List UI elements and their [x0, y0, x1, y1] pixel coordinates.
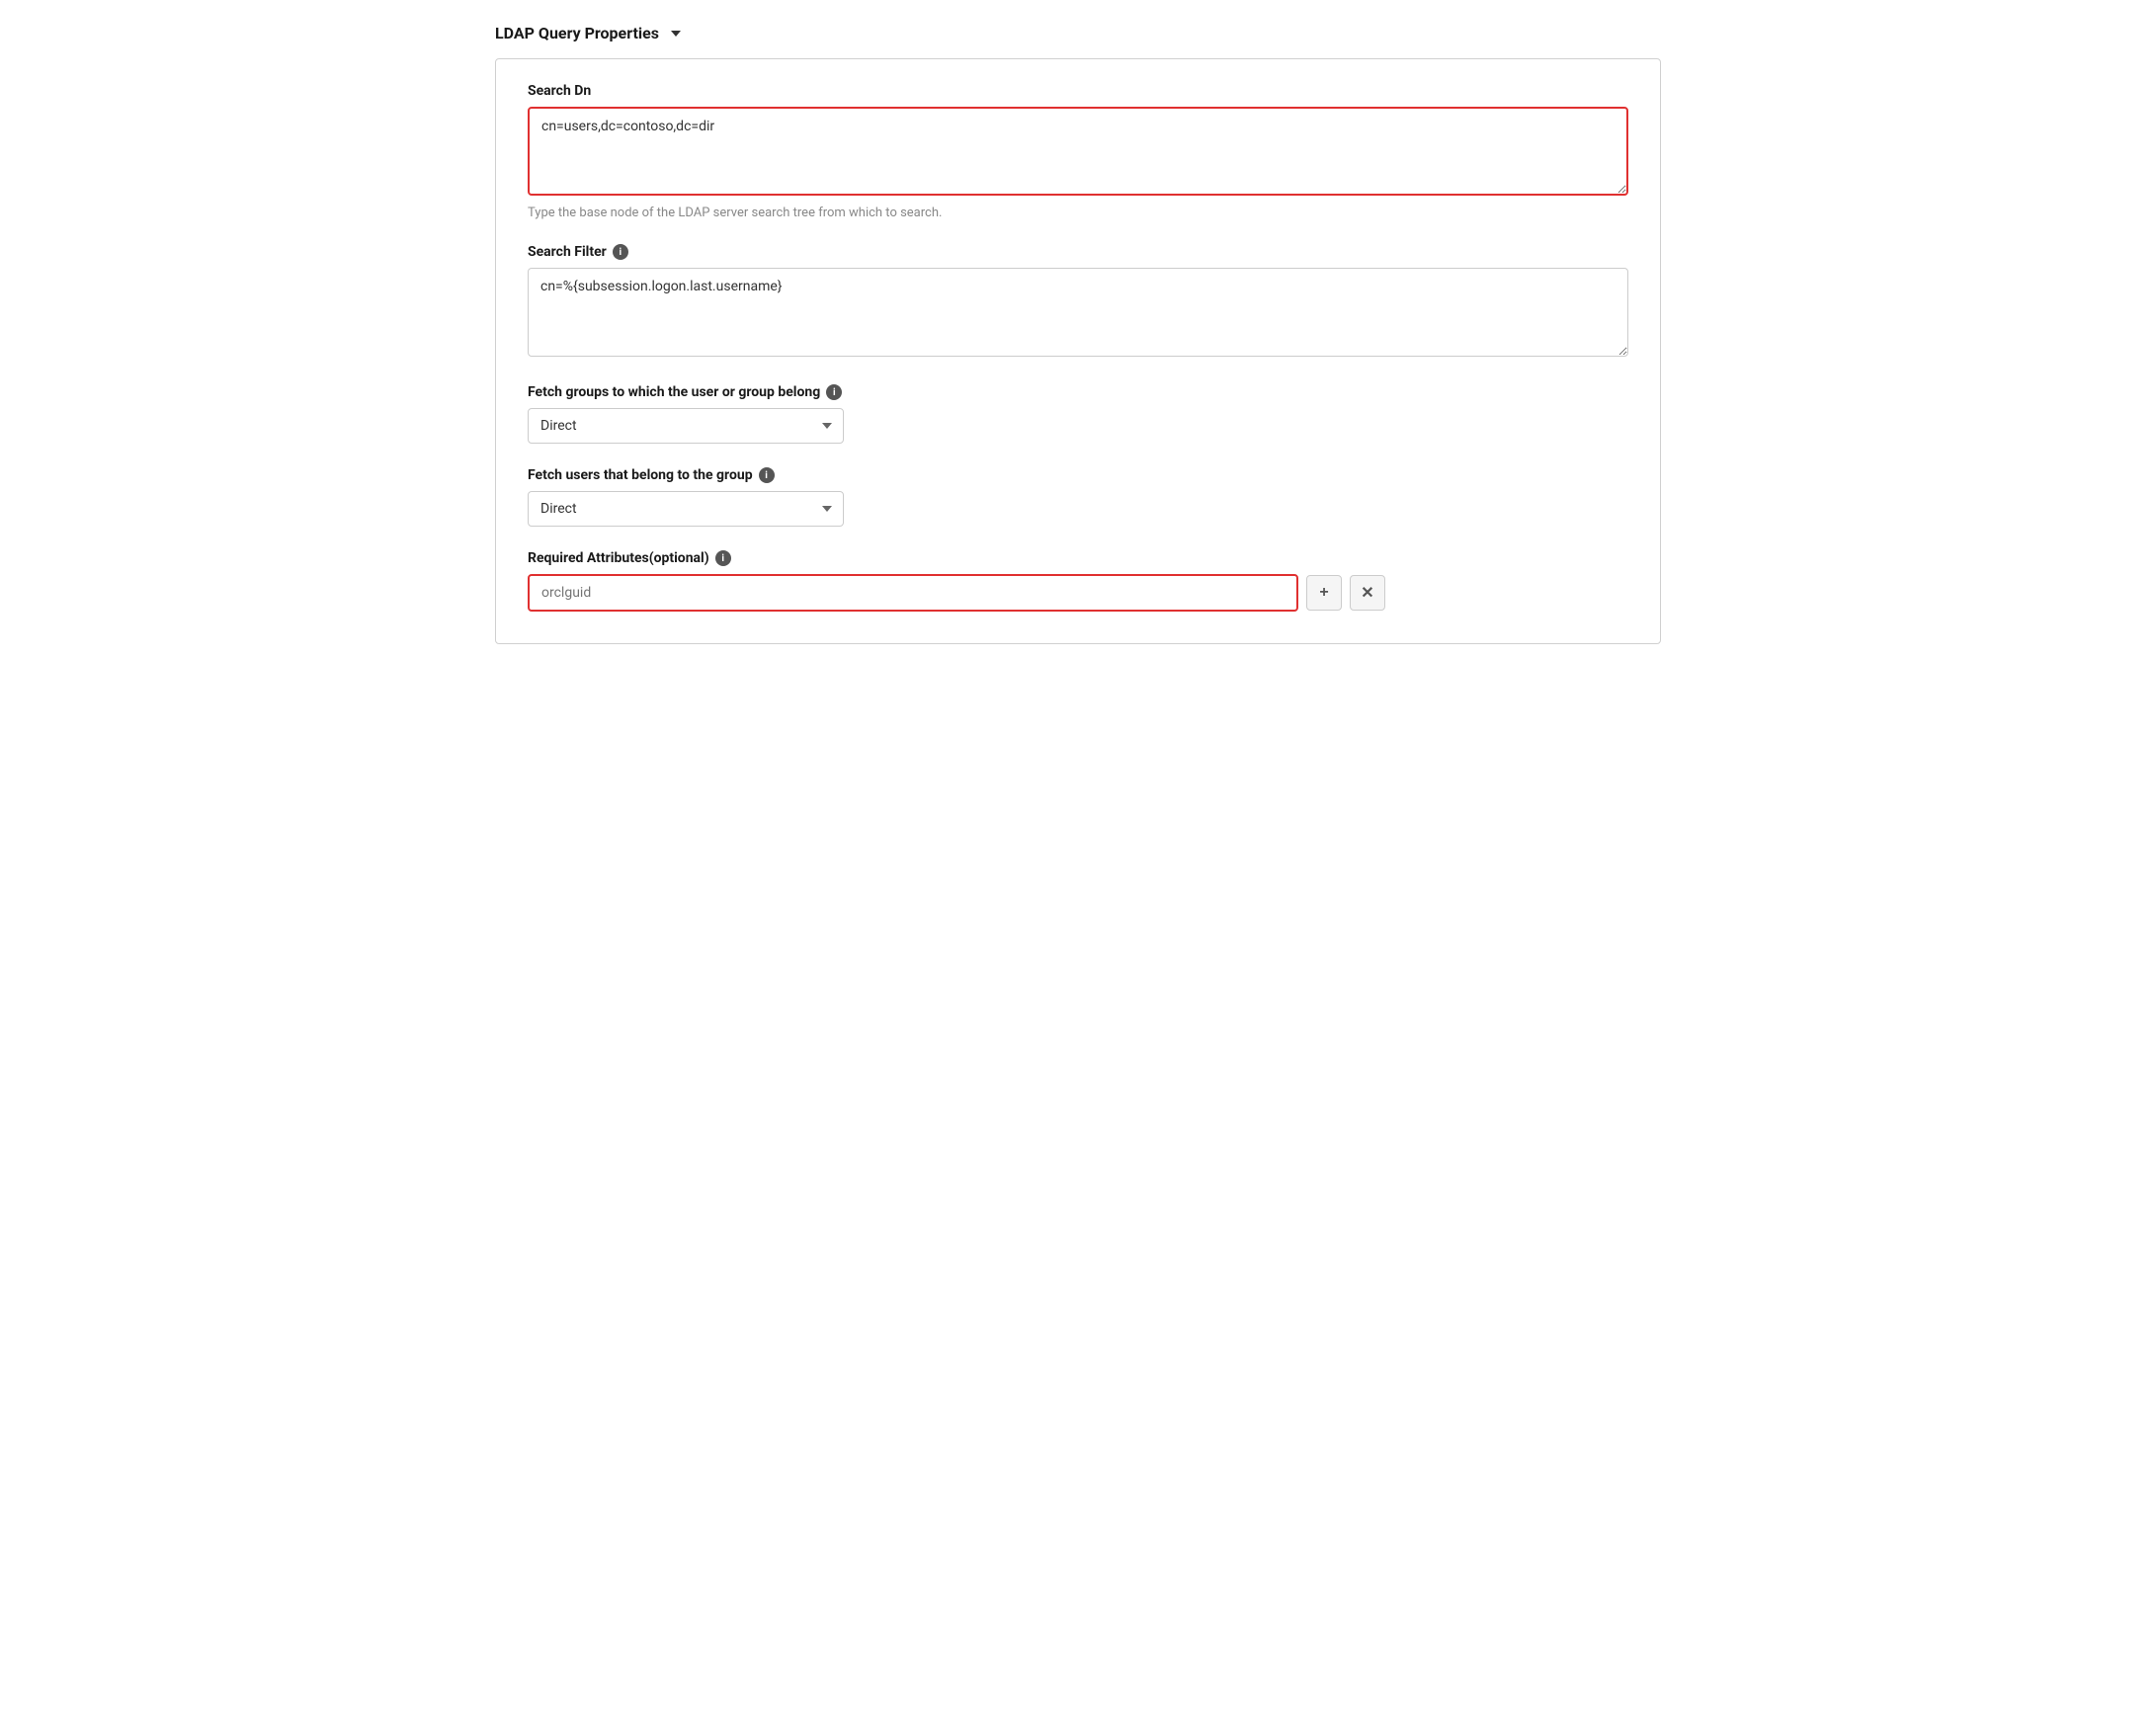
required-attributes-label: Required Attributes(optional) i — [528, 550, 1628, 566]
search-filter-group: Search Filter i cn=%{subsession.logon.la… — [528, 244, 1628, 361]
fetch-users-select[interactable]: Direct Recursive None — [528, 491, 844, 527]
fetch-users-info-icon: i — [759, 467, 775, 483]
add-attribute-button[interactable]: + — [1306, 575, 1342, 611]
chevron-down-icon — [671, 31, 681, 37]
attributes-row: + ✕ — [528, 574, 1628, 612]
search-filter-info-icon: i — [613, 244, 628, 260]
fetch-users-group: Fetch users that belong to the group i D… — [528, 467, 1628, 527]
search-dn-input[interactable]: cn=users,dc=contoso,dc=dir — [528, 107, 1628, 196]
section-title: LDAP Query Properties — [495, 24, 659, 42]
fetch-users-select-wrapper: Direct Recursive None — [528, 491, 844, 527]
search-dn-label: Search Dn — [528, 83, 1628, 99]
search-filter-input[interactable]: cn=%{subsession.logon.last.username} — [528, 268, 1628, 357]
required-attributes-input[interactable] — [528, 574, 1298, 612]
remove-attribute-button[interactable]: ✕ — [1350, 575, 1385, 611]
fetch-groups-label: Fetch groups to which the user or group … — [528, 384, 1628, 400]
required-attributes-info-icon: i — [715, 550, 731, 566]
search-filter-label: Search Filter i — [528, 244, 1628, 260]
fetch-groups-info-icon: i — [826, 384, 842, 400]
fetch-users-label: Fetch users that belong to the group i — [528, 467, 1628, 483]
fetch-groups-select-wrapper: Direct Recursive None — [528, 408, 844, 444]
fetch-groups-select[interactable]: Direct Recursive None — [528, 408, 844, 444]
fetch-groups-group: Fetch groups to which the user or group … — [528, 384, 1628, 444]
search-dn-hint: Type the base node of the LDAP server se… — [528, 206, 1628, 220]
section-body: Search Dn cn=users,dc=contoso,dc=dir Typ… — [495, 58, 1661, 644]
required-attributes-group: Required Attributes(optional) i + ✕ — [528, 550, 1628, 612]
search-dn-group: Search Dn cn=users,dc=contoso,dc=dir Typ… — [528, 83, 1628, 220]
section-header[interactable]: LDAP Query Properties — [495, 24, 1661, 42]
main-container: LDAP Query Properties Search Dn cn=users… — [495, 24, 1661, 644]
